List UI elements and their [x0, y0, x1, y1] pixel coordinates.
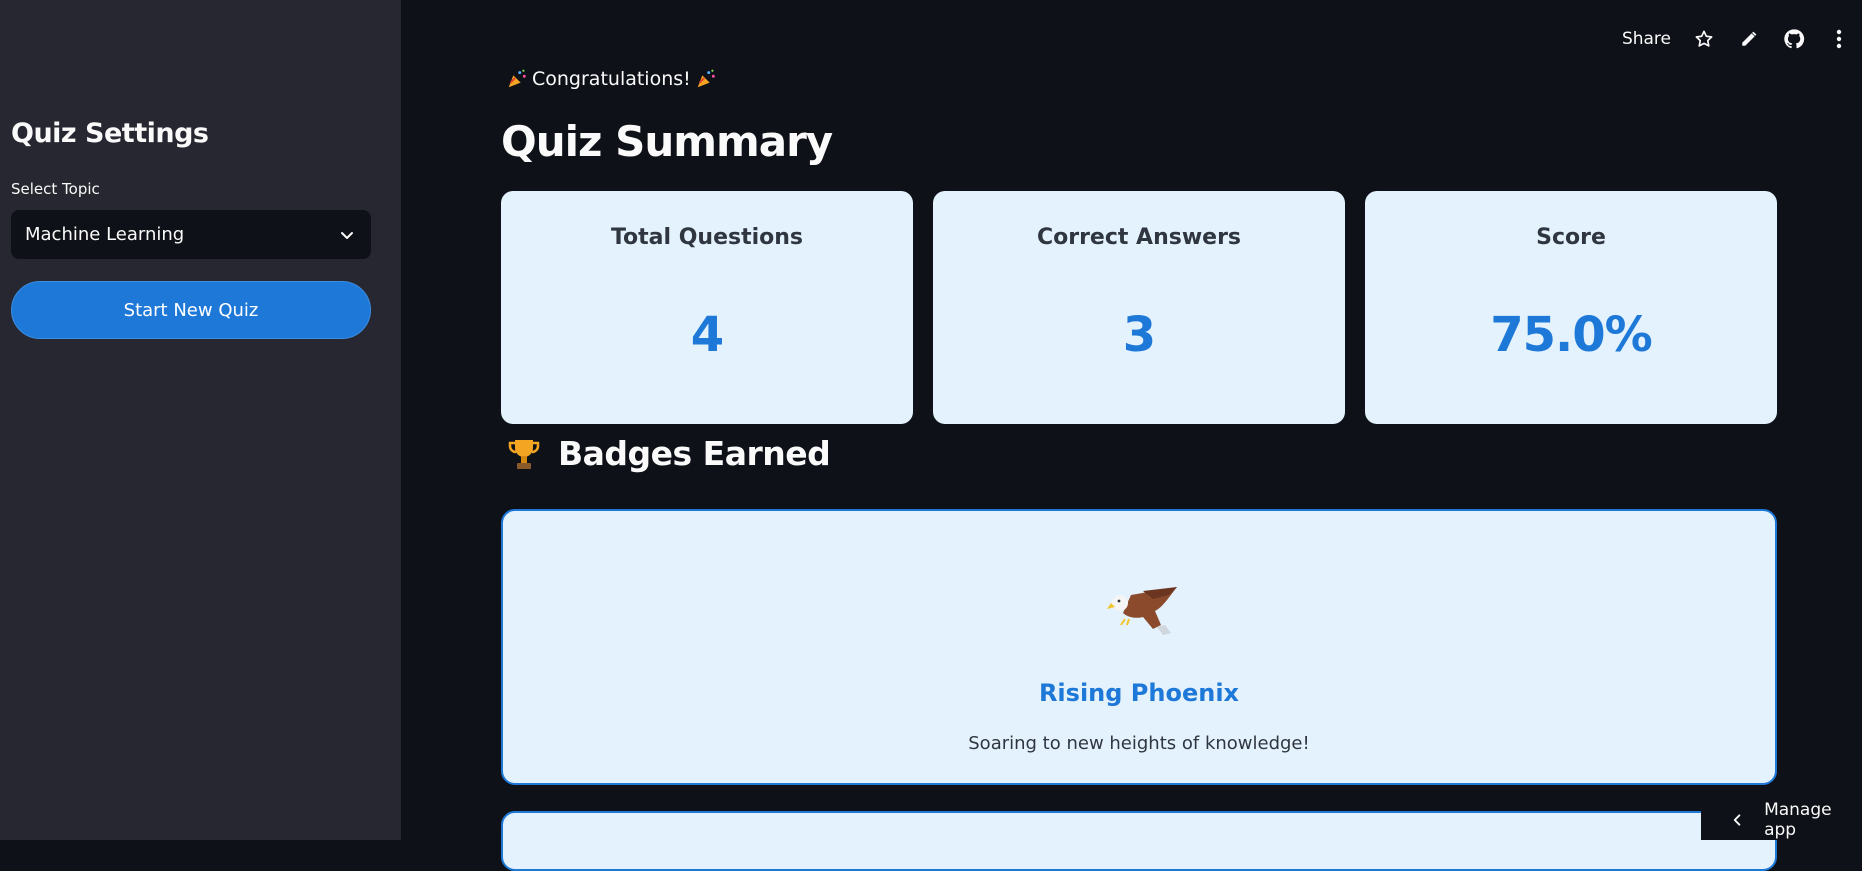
badge-name: Rising Phoenix: [1038, 679, 1240, 707]
stat-label: Correct Answers: [1036, 225, 1242, 250]
party-popper-icon: [697, 69, 715, 88]
stat-value: 4: [690, 307, 724, 363]
badge-description: Soaring to new heights of knowledge!: [968, 733, 1310, 754]
github-icon[interactable]: [1783, 28, 1805, 50]
chevron-down-icon: [341, 232, 353, 239]
more-vertical-icon[interactable]: [1828, 28, 1850, 50]
congrats-text: Congratulations!: [532, 68, 691, 90]
edit-icon[interactable]: [1738, 28, 1760, 50]
share-button[interactable]: Share: [1622, 29, 1671, 49]
party-popper-icon: [508, 69, 526, 88]
start-new-quiz-button[interactable]: Start New Quiz: [11, 281, 371, 339]
stat-card-correct-answers: Correct Answers 3: [933, 191, 1345, 424]
topic-select[interactable]: Machine Learning: [11, 210, 371, 259]
stat-value: 3: [1122, 307, 1156, 363]
page-title: Quiz Summary: [501, 117, 833, 166]
badge-card: [501, 811, 1777, 871]
eagle-icon: [1107, 587, 1177, 635]
stat-label: Total Questions: [610, 225, 804, 250]
sidebar: Quiz Settings Select Topic Machine Learn…: [0, 0, 401, 840]
star-icon[interactable]: [1693, 28, 1715, 50]
app-toolbar: Share: [1622, 24, 1862, 54]
manage-app-button[interactable]: Manage app: [1701, 800, 1862, 840]
badges-heading-text: Badges Earned: [558, 434, 831, 473]
badges-heading: Badges Earned: [506, 434, 831, 473]
topic-select-value: Machine Learning: [25, 224, 185, 245]
stat-value: 75.0%: [1490, 307, 1653, 363]
stat-card-score: Score 75.0%: [1365, 191, 1777, 424]
sidebar-title: Quiz Settings: [11, 118, 209, 149]
congrats-message: Congratulations!: [502, 68, 721, 90]
stat-card-total-questions: Total Questions 4: [501, 191, 913, 424]
trophy-icon: [508, 439, 540, 469]
stat-label: Score: [1536, 225, 1606, 250]
badge-card: Rising Phoenix Soaring to new heights of…: [501, 509, 1777, 785]
topic-select-label: Select Topic: [11, 180, 100, 198]
chevron-left-icon: [1733, 814, 1741, 826]
manage-app-label: Manage app: [1764, 800, 1832, 840]
